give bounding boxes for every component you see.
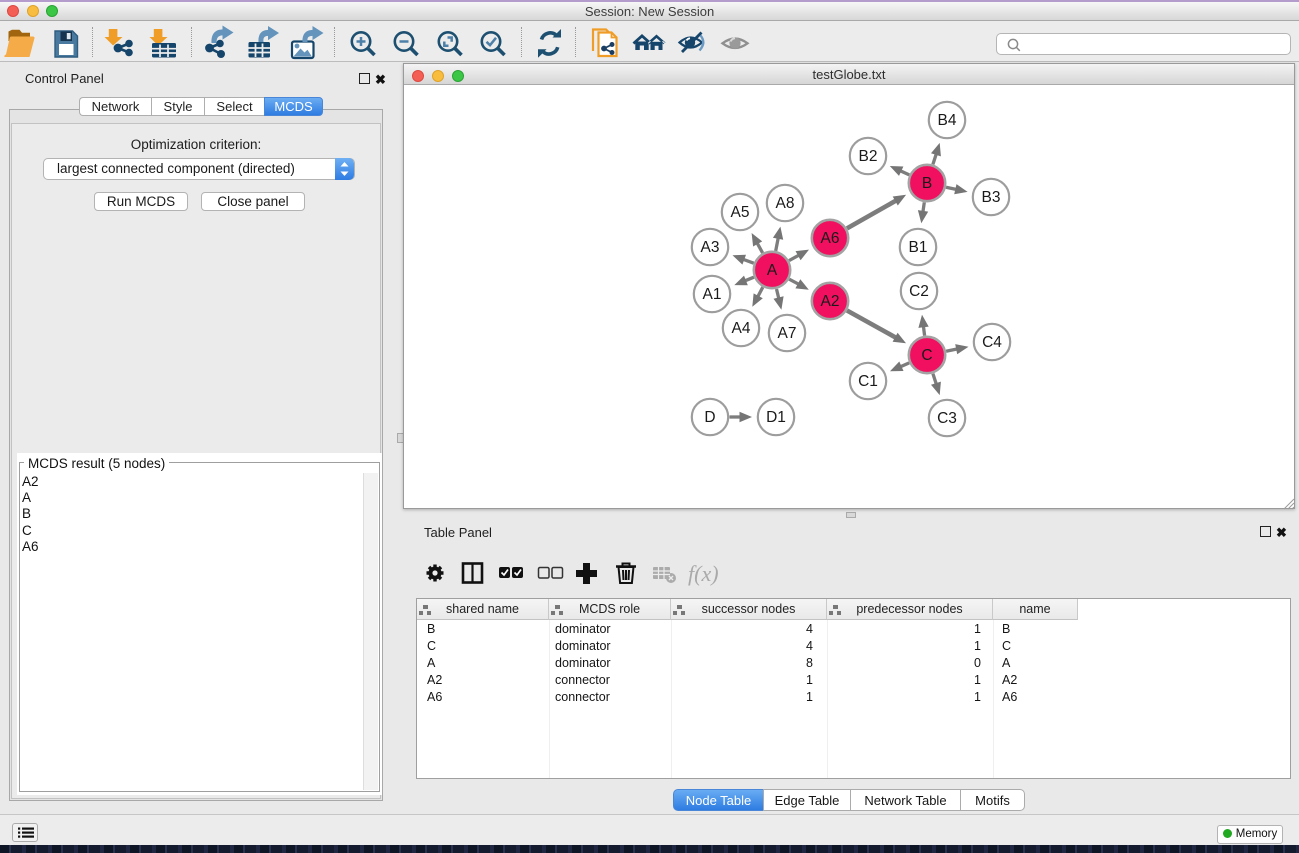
svg-text:C4: C4 <box>982 334 1002 351</box>
svg-text:A8: A8 <box>776 195 795 212</box>
svg-text:B3: B3 <box>982 189 1001 206</box>
svg-text:A4: A4 <box>732 320 751 337</box>
svg-text:C2: C2 <box>909 283 929 300</box>
svg-text:A5: A5 <box>731 204 750 221</box>
svg-text:A1: A1 <box>703 286 722 303</box>
svg-text:B: B <box>922 175 932 192</box>
svg-text:C: C <box>921 347 932 364</box>
svg-text:D1: D1 <box>766 409 786 426</box>
svg-text:A3: A3 <box>701 239 720 256</box>
svg-text:A6: A6 <box>821 230 840 247</box>
svg-text:C1: C1 <box>858 373 878 390</box>
svg-text:B2: B2 <box>859 148 878 165</box>
svg-text:C3: C3 <box>937 410 957 427</box>
svg-text:f(x): f(x) <box>688 561 719 586</box>
svg-text:A7: A7 <box>778 325 797 342</box>
svg-text:A: A <box>767 262 778 279</box>
svg-text:A2: A2 <box>821 293 840 310</box>
svg-text:D: D <box>704 409 715 426</box>
svg-text:B1: B1 <box>909 239 928 256</box>
svg-text:B4: B4 <box>938 112 957 129</box>
